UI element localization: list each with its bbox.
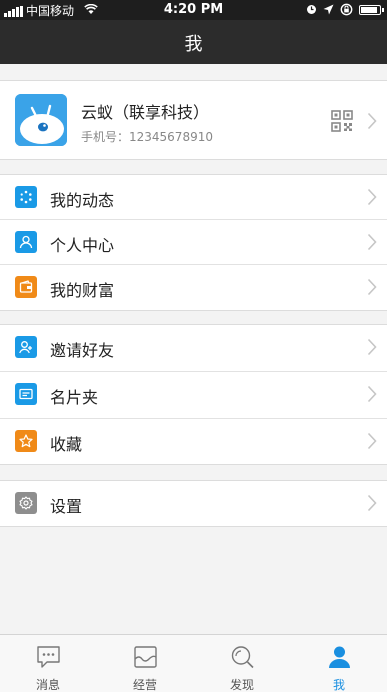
chevron-right-icon (367, 494, 377, 512)
navigation-bar: 我 (0, 20, 387, 64)
chevron-right-icon (367, 188, 377, 206)
profile-phone: 手机号：12345678910 (81, 130, 213, 144)
card-holder-icon (15, 383, 37, 405)
menu-item-invite-friends[interactable]: 邀请好友 (0, 325, 387, 372)
menu-item-personal-center[interactable]: 个人中心 (0, 220, 387, 265)
chevron-right-icon (367, 385, 377, 403)
tab-label: 我 (332, 678, 345, 692)
menu-item-card-holder[interactable]: 名片夹 (0, 372, 387, 419)
page-title: 我 (184, 34, 203, 55)
menu-item-label: 邀请好友 (50, 341, 115, 360)
chevron-right-icon (367, 432, 377, 450)
rotation-lock-icon (340, 3, 353, 16)
tab-label: 发现 (229, 678, 254, 692)
gear-icon (15, 492, 37, 514)
menu-group-3: 设置 (0, 480, 387, 527)
menu-item-label: 我的动态 (50, 191, 115, 210)
wallet-icon (15, 276, 37, 298)
tab-label: 经营 (132, 678, 157, 692)
menu-group-2: 邀请好友 名片夹 收藏 (0, 324, 387, 465)
chevron-right-icon (367, 233, 377, 251)
tab-bar: 消息 经营 发现 我 (0, 634, 387, 692)
menu-item-my-wealth[interactable]: 我的财富 (0, 265, 387, 310)
location-icon (323, 4, 334, 15)
chevron-right-icon (367, 112, 377, 130)
profile-card[interactable]: 云蚁（联享科技） 手机号：12345678910 (0, 80, 387, 160)
menu-item-favorites[interactable]: 收藏 (0, 419, 387, 466)
menu-item-settings[interactable]: 设置 (0, 481, 387, 528)
tab-label: 消息 (35, 678, 60, 692)
menu-item-label: 设置 (50, 497, 83, 516)
menu-item-label: 我的财富 (50, 281, 115, 300)
tab-discover[interactable]: 发现 (194, 635, 290, 692)
person-icon (15, 231, 37, 253)
qr-code-icon[interactable] (331, 110, 353, 132)
alarm-icon (307, 5, 316, 14)
status-bar: 中国移动 4:20 PM (0, 0, 387, 20)
battery-icon (359, 4, 384, 15)
star-icon (15, 430, 37, 452)
business-icon (134, 646, 157, 668)
menu-item-label: 个人中心 (50, 236, 115, 255)
menu-item-label: 名片夹 (50, 388, 99, 407)
chevron-right-icon (367, 338, 377, 356)
moments-icon (15, 186, 37, 208)
profile-name: 云蚁（联享科技） (81, 103, 210, 122)
avatar (15, 94, 67, 146)
menu-item-my-moments[interactable]: 我的动态 (0, 175, 387, 220)
ant-logo-icon (15, 94, 67, 146)
menu-item-label: 收藏 (50, 435, 83, 454)
me-icon (329, 646, 350, 668)
tab-messages[interactable]: 消息 (0, 635, 96, 692)
chevron-right-icon (367, 278, 377, 296)
tab-me[interactable]: 我 (291, 635, 387, 692)
menu-group-1: 我的动态 个人中心 我的财富 (0, 174, 387, 311)
add-friend-icon (15, 336, 37, 358)
search-icon (231, 646, 254, 669)
message-icon (37, 646, 60, 668)
tab-business[interactable]: 经营 (97, 635, 193, 692)
